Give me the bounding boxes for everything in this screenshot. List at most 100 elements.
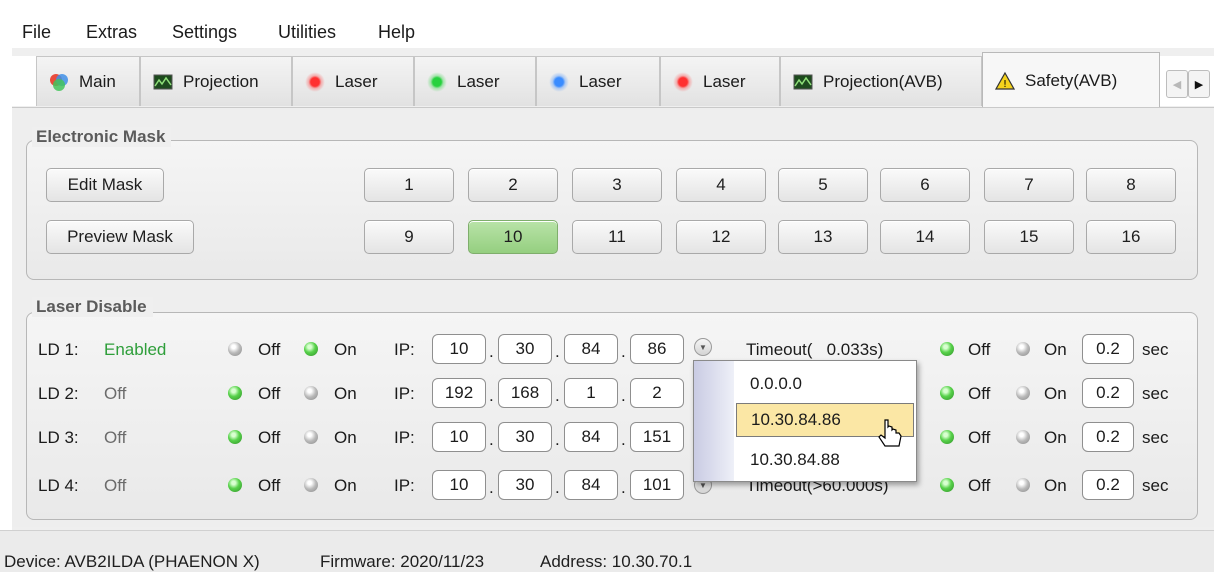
tab-label: Laser (703, 71, 746, 91)
tab-laser-red-2[interactable]: Laser (660, 56, 780, 106)
ld4-timeout-off-indicator[interactable] (940, 478, 954, 492)
ld2-on-indicator[interactable] (304, 386, 318, 400)
menu-extras[interactable]: Extras (86, 22, 137, 43)
chevron-left-icon: ◀ (1172, 78, 1182, 91)
mask-button-12[interactable]: 12 (676, 220, 766, 254)
tab-projection-avb[interactable]: Projection(AVB) (780, 56, 982, 106)
mask-button-11[interactable]: 11 (572, 220, 662, 254)
ld4-timeout-on-label: On (1044, 476, 1067, 495)
ld1-seconds-input[interactable]: 0.2 (1082, 334, 1134, 364)
ld3-label: LD 3: (38, 428, 79, 447)
ld3-ip-octet-2[interactable]: 30 (498, 422, 552, 452)
ld1-timeout-off-indicator[interactable] (940, 342, 954, 356)
ld1-off-indicator[interactable] (228, 342, 242, 356)
chevron-down-icon: ▼ (699, 342, 707, 352)
ld3-ip-octet-1[interactable]: 10 (432, 422, 486, 452)
laser-disable-title: Laser Disable (32, 297, 153, 317)
ld1-ip-octet-3[interactable]: 84 (564, 334, 618, 364)
ld4-ip-octet-1[interactable]: 10 (432, 470, 486, 500)
ld4-ip-octet-4[interactable]: 101 (630, 470, 684, 500)
tab-scroll-left-button[interactable]: ◀ (1166, 70, 1188, 98)
ld1-timeout: Timeout( 0.033s) (746, 340, 884, 359)
mask-button-9[interactable]: 9 (364, 220, 454, 254)
ld4-label: LD 4: (38, 476, 79, 495)
red-laser-icon (305, 71, 325, 92)
menu-help[interactable]: Help (378, 22, 415, 43)
ld3-ip-octet-3[interactable]: 84 (564, 422, 618, 452)
menu-file[interactable]: File (22, 22, 51, 43)
ld4-seconds-input[interactable]: 0.2 (1082, 470, 1134, 500)
ld3-timeout-on-indicator[interactable] (1016, 430, 1030, 444)
ip-separator: . (555, 430, 560, 449)
edit-mask-button[interactable]: Edit Mask (46, 168, 164, 202)
mask-button-7[interactable]: 7 (984, 168, 1074, 202)
tab-projection[interactable]: Projection (140, 56, 292, 106)
tab-laser-blue[interactable]: Laser (536, 56, 660, 106)
tab-safety-avb[interactable]: ! Safety(AVB) (982, 52, 1160, 108)
blue-laser-icon (549, 71, 569, 92)
electronic-mask-group (26, 140, 1198, 280)
ld2-seconds-input[interactable]: 0.2 (1082, 378, 1134, 408)
mask-button-3[interactable]: 3 (572, 168, 662, 202)
tab-label: Projection (183, 71, 259, 91)
ld4-ip-octet-2[interactable]: 30 (498, 470, 552, 500)
ld2-status: Off (104, 384, 127, 403)
mask-button-14[interactable]: 14 (880, 220, 970, 254)
ld3-off-indicator[interactable] (228, 430, 242, 444)
ld4-timeout-on-indicator[interactable] (1016, 478, 1030, 492)
ld1-timeout-off-label: Off (968, 340, 991, 359)
tab-laser-red[interactable]: Laser (292, 56, 414, 106)
ld1-ip-dropdown-button[interactable]: ▼ (694, 338, 712, 356)
tab-label: Laser (457, 71, 500, 91)
ld2-ip-octet-4[interactable]: 2 (630, 378, 684, 408)
tab-laser-green[interactable]: Laser (414, 56, 536, 106)
ld4-on-indicator[interactable] (304, 478, 318, 492)
status-address: Address: 10.30.70.1 (540, 552, 693, 571)
ld1-ip-octet-1[interactable]: 10 (432, 334, 486, 364)
ld2-timeout-on-indicator[interactable] (1016, 386, 1030, 400)
electronic-mask-title: Electronic Mask (32, 127, 172, 147)
tab-main[interactable]: Main (36, 56, 140, 106)
menu-utilities[interactable]: Utilities (278, 22, 336, 43)
ld2-off-label: Off (258, 384, 281, 403)
ld1-ip-octet-4[interactable]: 86 (630, 334, 684, 364)
ld3-ip-octet-4[interactable]: 151 (630, 422, 684, 452)
mask-button-6[interactable]: 6 (880, 168, 970, 202)
mask-button-8[interactable]: 8 (1086, 168, 1176, 202)
ld3-timeout-off-indicator[interactable] (940, 430, 954, 444)
dropdown-item[interactable]: 0.0.0.0 (736, 367, 914, 401)
ld1-on-indicator[interactable] (304, 342, 318, 356)
ld1-on-label: On (334, 340, 357, 359)
ld1-ip-octet-2[interactable]: 30 (498, 334, 552, 364)
ld4-ip-octet-3[interactable]: 84 (564, 470, 618, 500)
ld3-on-indicator[interactable] (304, 430, 318, 444)
menu-settings[interactable]: Settings (172, 22, 237, 43)
ld2-ip-octet-1[interactable]: 192 (432, 378, 486, 408)
mask-button-2[interactable]: 2 (468, 168, 558, 202)
ld3-timeout-on-label: On (1044, 428, 1067, 447)
mask-button-13[interactable]: 13 (778, 220, 868, 254)
ld2-off-indicator[interactable] (228, 386, 242, 400)
status-device: Device: AVB2ILDA (PHAENON X) (4, 552, 260, 571)
ld2-timeout-off-indicator[interactable] (940, 386, 954, 400)
preview-mask-button[interactable]: Preview Mask (46, 220, 194, 254)
svg-text:!: ! (1003, 79, 1007, 90)
ld4-off-indicator[interactable] (228, 478, 242, 492)
ld3-seconds-input[interactable]: 0.2 (1082, 422, 1134, 452)
dropdown-gutter (694, 361, 734, 481)
mask-button-15[interactable]: 15 (984, 220, 1074, 254)
status-firmware: Firmware: 2020/11/23 (320, 552, 485, 571)
ld2-ip-octet-3[interactable]: 1 (564, 378, 618, 408)
ip-separator: . (489, 386, 494, 405)
mask-button-5[interactable]: 5 (778, 168, 868, 202)
mask-button-1[interactable]: 1 (364, 168, 454, 202)
mask-button-16[interactable]: 16 (1086, 220, 1176, 254)
ld2-ip-label: IP: (394, 384, 415, 403)
ld4-sec-label: sec (1142, 476, 1169, 495)
tab-scroll-right-button[interactable]: ▶ (1188, 70, 1210, 98)
mask-button-4[interactable]: 4 (676, 168, 766, 202)
ld1-ip-label: IP: (394, 340, 415, 359)
ld2-ip-octet-2[interactable]: 168 (498, 378, 552, 408)
ld1-timeout-on-indicator[interactable] (1016, 342, 1030, 356)
mask-button-10[interactable]: 10 (468, 220, 558, 254)
